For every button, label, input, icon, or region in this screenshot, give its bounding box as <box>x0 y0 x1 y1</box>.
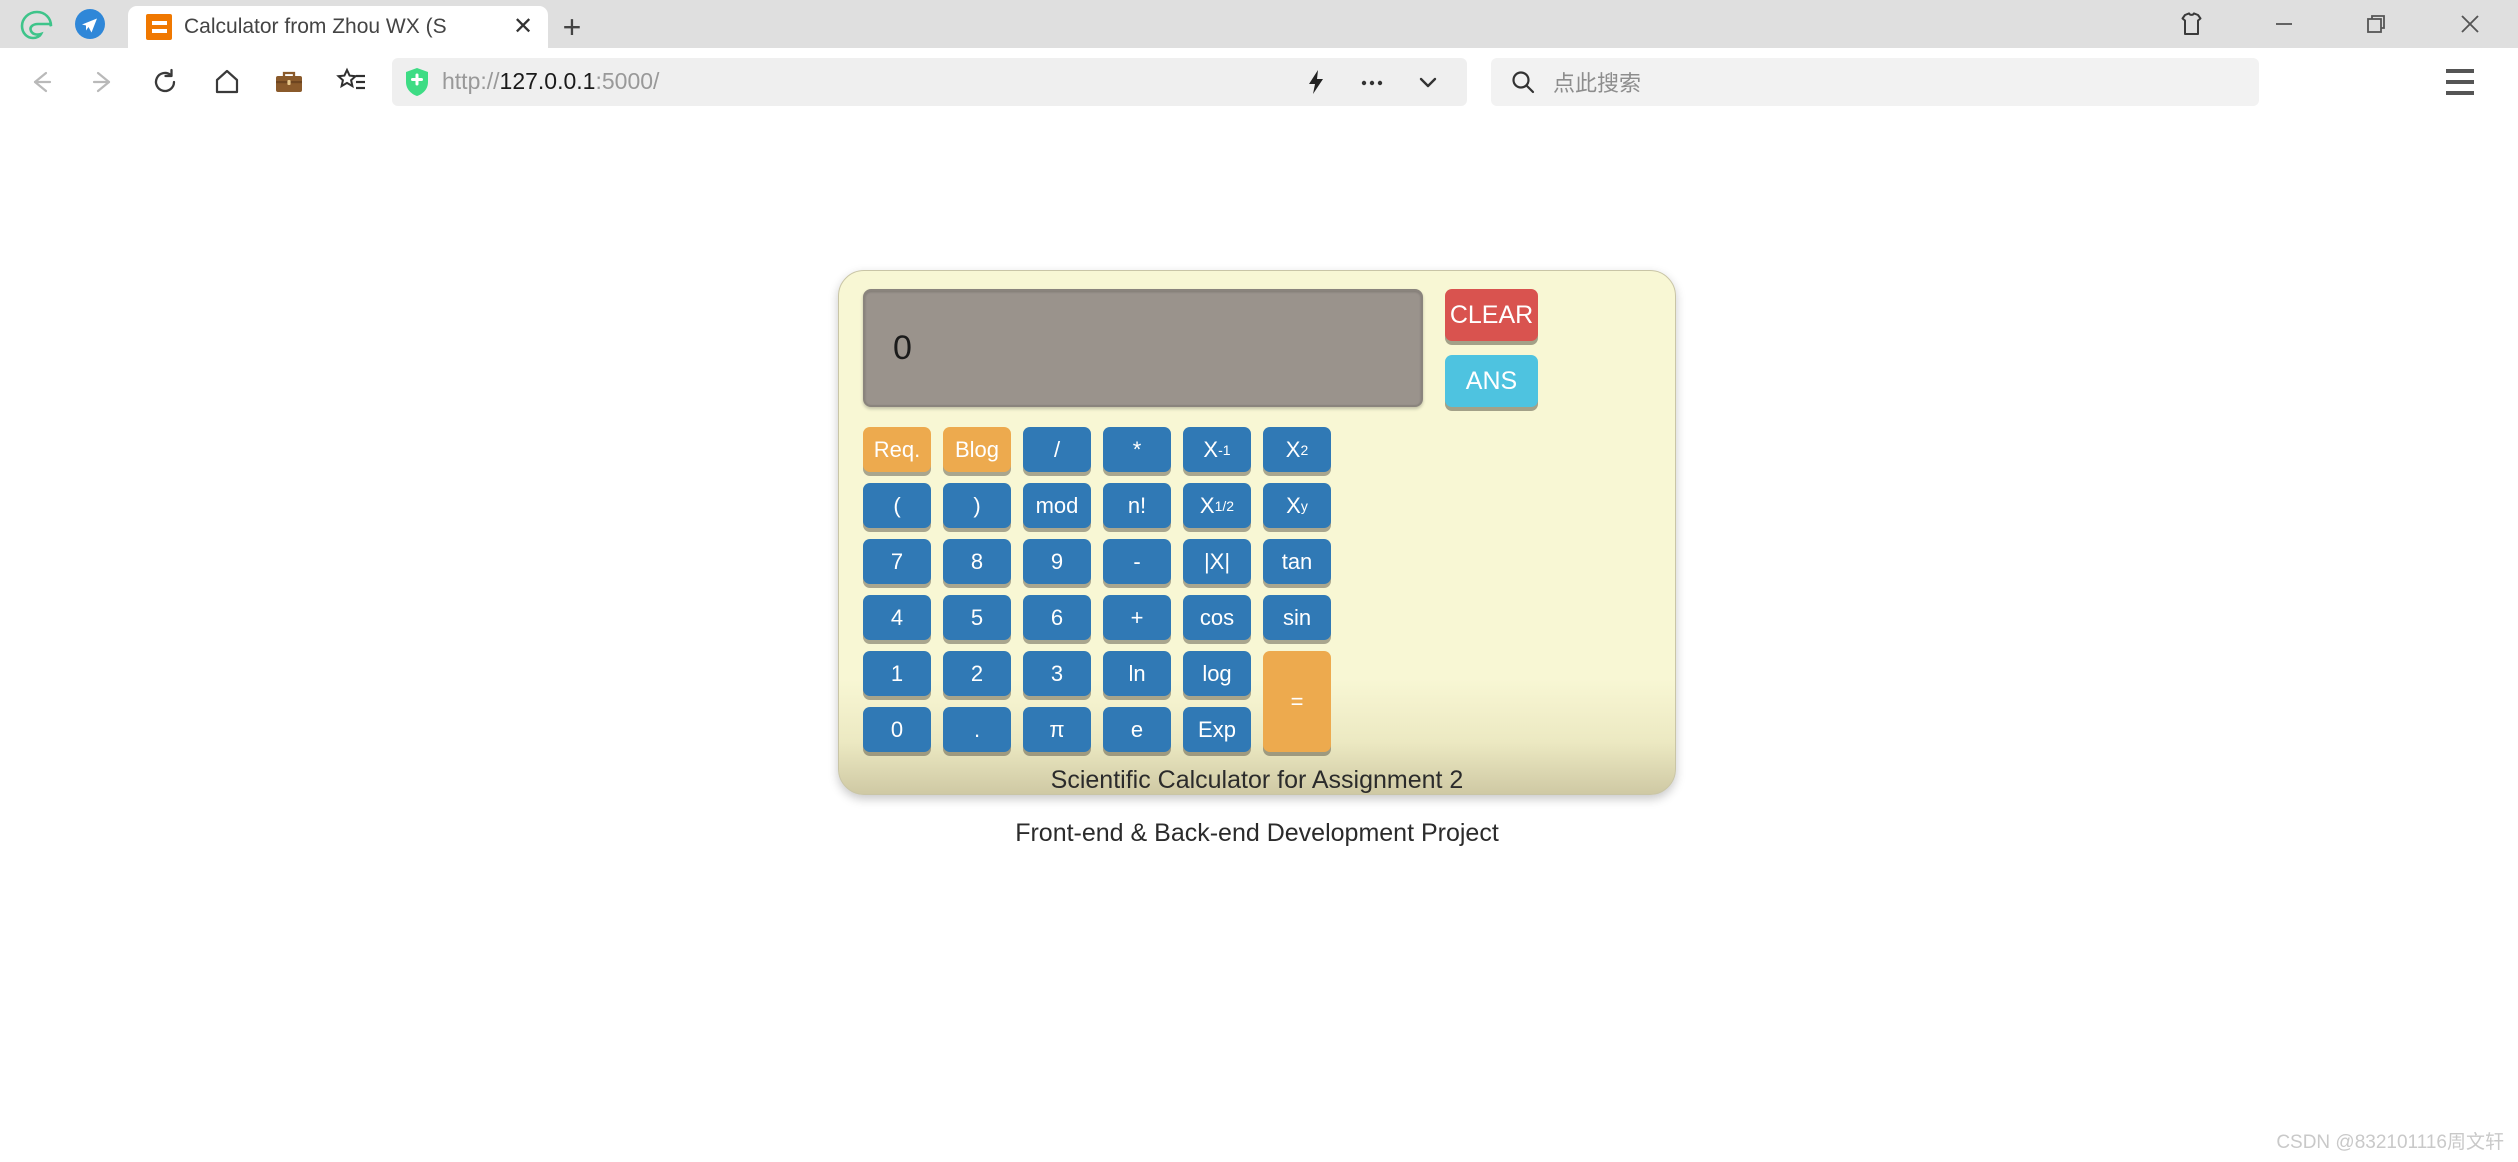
ans-button[interactable]: ANS <box>1445 355 1538 407</box>
tab-favicon-icon <box>146 14 172 40</box>
key-e[interactable]: e <box>1103 707 1171 752</box>
key-label: X <box>1286 492 1301 518</box>
footer-line-2: Front-end & Back-end Development Project <box>1015 819 1499 847</box>
maximize-restore-button[interactable] <box>2330 0 2422 48</box>
minimize-button[interactable] <box>2238 0 2330 48</box>
lightning-icon[interactable] <box>1289 58 1343 106</box>
security-shield-icon <box>404 67 430 97</box>
key-square[interactable]: X2 <box>1263 427 1331 472</box>
calculator-display[interactable]: 0 <box>863 289 1423 407</box>
key-decimal[interactable]: . <box>943 707 1011 752</box>
address-bar-actions <box>1289 58 1455 106</box>
browser-tab[interactable]: Calculator from Zhou WX (S ✕ <box>128 6 548 48</box>
key-2[interactable]: 2 <box>943 651 1011 696</box>
key-1[interactable]: 1 <box>863 651 931 696</box>
search-input[interactable]: 点此搜索 <box>1491 57 2259 106</box>
key-exp[interactable]: Exp <box>1183 707 1251 752</box>
key-sin[interactable]: sin <box>1263 595 1331 640</box>
key-label: X <box>1285 436 1301 462</box>
search-placeholder: 点此搜索 <box>1553 70 1642 96</box>
url-scheme: http:// <box>442 68 500 94</box>
key-plus[interactable]: + <box>1103 595 1171 640</box>
key-power[interactable]: Xy <box>1263 483 1331 528</box>
key-req[interactable]: Req. <box>863 427 931 472</box>
key-label: X <box>1199 492 1215 518</box>
key-0[interactable]: 0 <box>863 707 931 752</box>
browser-toolbar: http://127.0.0.1:5000/ 点此搜索 <box>0 48 2518 115</box>
telegram-logo-icon[interactable] <box>64 0 116 48</box>
key-multiply[interactable]: * <box>1103 427 1171 472</box>
address-bar[interactable]: http://127.0.0.1:5000/ <box>392 57 1467 106</box>
chevron-down-icon[interactable] <box>1401 58 1455 106</box>
edge-logo-icon <box>10 0 64 48</box>
favorites-icon[interactable] <box>320 56 382 108</box>
window-controls <box>2146 0 2518 48</box>
reload-button[interactable] <box>134 56 196 108</box>
page-viewport: 0 CLEAR ANS Req. Blog / * X -1 X 2() mod n! X 1/2 Xy… <box>0 115 2518 1162</box>
address-bar-url: http://127.0.0.1:5000/ <box>442 68 659 95</box>
watermark: CSDN @832101116周文轩 <box>2276 1132 2504 1153</box>
url-host: 127.0.0.1 <box>499 68 596 94</box>
key-inverse[interactable]: X -1 <box>1183 427 1251 472</box>
title-bar: Calculator from Zhou WX (S ✕ + <box>0 0 2518 48</box>
key-minus[interactable]: - <box>1103 539 1171 584</box>
briefcase-icon[interactable] <box>258 56 320 108</box>
key-close-paren[interactable]: ) <box>943 483 1011 528</box>
calculator-side-buttons: CLEAR ANS <box>1445 289 1538 407</box>
key-ln[interactable]: ln <box>1103 651 1171 696</box>
key-factorial[interactable]: n! <box>1103 483 1171 528</box>
key-tan[interactable]: tan <box>1263 539 1331 584</box>
key-label: X <box>1203 436 1219 462</box>
key-equals[interactable]: = <box>1263 651 1331 752</box>
key-log[interactable]: log <box>1183 651 1251 696</box>
tabstrip-left: Calculator from Zhou WX (S ✕ + <box>0 0 596 48</box>
forward-button[interactable] <box>72 56 134 108</box>
key-mod[interactable]: mod <box>1023 483 1091 528</box>
key-cos[interactable]: cos <box>1183 595 1251 640</box>
key-sqrt[interactable]: X 1/2 <box>1183 483 1251 528</box>
new-tab-button[interactable]: + <box>548 6 596 48</box>
clear-button[interactable]: CLEAR <box>1445 289 1538 341</box>
key-blog[interactable]: Blog <box>943 427 1011 472</box>
browser-window: Calculator from Zhou WX (S ✕ + http://12… <box>0 0 2518 1162</box>
close-button[interactable] <box>2422 0 2518 48</box>
calculator-footer: Scientific Calculator for Assignment 2 F… <box>863 766 1651 848</box>
key-3[interactable]: 3 <box>1023 651 1091 696</box>
key-5[interactable]: 5 <box>943 595 1011 640</box>
key-abs[interactable]: |X| <box>1183 539 1251 584</box>
search-icon <box>1512 70 1535 93</box>
calculator-keypad: Req. Blog / * X -1 X 2() mod n! X 1/2 Xy 7 8 9- |X| tan 4 5… <box>863 427 1651 752</box>
footer-line-1: Scientific Calculator for Assignment 2 <box>1050 766 1464 794</box>
url-port-path: :5000/ <box>595 68 660 94</box>
key-9[interactable]: 9 <box>1023 539 1091 584</box>
key-7[interactable]: 7 <box>863 539 931 584</box>
hamburger-menu-icon[interactable] <box>2416 56 2504 108</box>
home-icon[interactable] <box>196 56 258 108</box>
tab-title: Calculator from Zhou WX (S <box>184 15 447 38</box>
key-6[interactable]: 6 <box>1023 595 1091 640</box>
key-8[interactable]: 8 <box>943 539 1011 584</box>
key-divide[interactable]: / <box>1023 427 1091 472</box>
key-4[interactable]: 4 <box>863 595 931 640</box>
key-pi[interactable]: π <box>1023 707 1091 752</box>
tab-close-icon[interactable]: ✕ <box>508 12 538 42</box>
theme-skin-button[interactable] <box>2146 0 2238 48</box>
more-options-icon[interactable] <box>1345 58 1399 106</box>
calculator-panel: 0 CLEAR ANS Req. Blog / * X -1 X 2() mod n! X 1/2 Xy… <box>838 270 1676 847</box>
calculator-top-row: 0 CLEAR ANS <box>863 289 1651 407</box>
key-open-paren[interactable]: ( <box>863 483 931 528</box>
back-button[interactable] <box>10 56 72 108</box>
